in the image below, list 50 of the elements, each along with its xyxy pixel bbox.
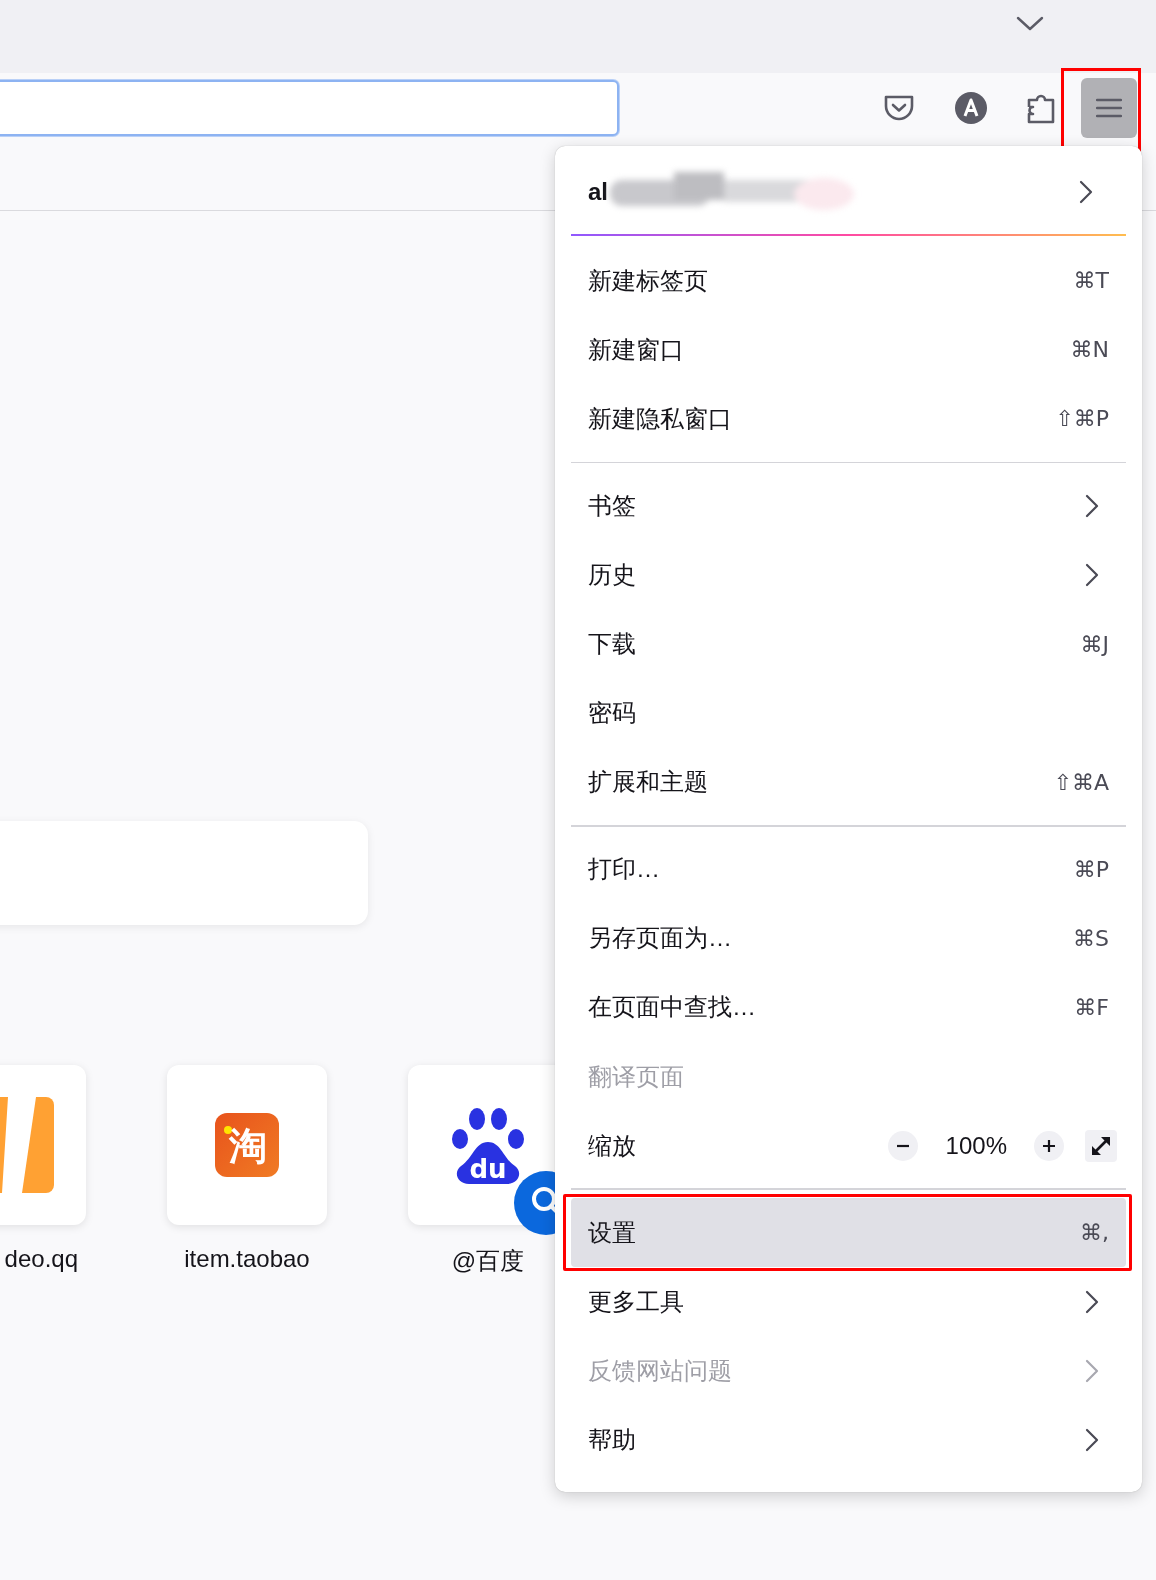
shortcut-hint: ⌘T: [1073, 268, 1109, 294]
pocket-icon[interactable]: [883, 94, 915, 122]
puzzle-piece-icon[interactable]: [1027, 92, 1055, 124]
fullscreen-button[interactable]: [1085, 1129, 1117, 1162]
menu-item[interactable]: 打印… ⌘P: [571, 834, 1126, 904]
shortcut-hint: ⇧⌘A: [1053, 769, 1109, 795]
tab-list-chevron-icon[interactable]: [1016, 15, 1044, 32]
shop-logo-icon: [215, 1113, 279, 1177]
minus-icon: [895, 1143, 910, 1148]
tile-label[interactable]: item.taobao: [167, 1245, 327, 1273]
menu-item-label: 缩放: [588, 1130, 636, 1161]
chevron-right-icon: [1085, 1289, 1099, 1314]
chevron-right-icon: [1085, 562, 1099, 587]
shortcut-hint: ⇧⌘P: [1055, 406, 1109, 432]
tile-label[interactable]: deo.qq: [0, 1245, 86, 1273]
account-name: al: [588, 178, 608, 206]
shortcut-hint: ⌘P: [1073, 856, 1109, 882]
shortcut-hint: ⌘N: [1070, 337, 1109, 363]
menu-item[interactable]: 更多工具: [571, 1267, 1126, 1337]
chevron-right-icon: [1085, 1428, 1099, 1453]
menu-item[interactable]: 书签: [571, 471, 1126, 541]
logo-text: 淘: [229, 1124, 267, 1168]
logo-text: du: [469, 1154, 507, 1184]
menu-button[interactable]: [1081, 78, 1137, 138]
account-avatar-icon[interactable]: [955, 92, 987, 124]
menu-icon: [1096, 98, 1122, 118]
zoom-in-button[interactable]: [1034, 1130, 1064, 1161]
menu-item[interactable]: 另存页面为… ⌘S: [571, 903, 1126, 973]
chevron-right-icon: [1085, 1358, 1099, 1383]
shortcut-hint: ⌘F: [1074, 995, 1109, 1020]
zoom-level: 100%: [945, 1131, 1007, 1160]
account-row[interactable]: al: [571, 154, 1126, 230]
menu-item[interactable]: 密码: [571, 678, 1126, 748]
address-field[interactable]: [0, 80, 619, 136]
menu-item[interactable]: 帮助: [571, 1405, 1126, 1475]
shortcut-hint: ⌘J: [1080, 631, 1109, 657]
paw-logo-icon: [452, 1108, 524, 1184]
zoom-out-button[interactable]: [887, 1130, 918, 1161]
menu-item[interactable]: 扩展和主题 ⇧⌘A: [571, 747, 1126, 817]
menu-item[interactable]: 新建标签页 ⌘T: [571, 246, 1126, 316]
chevron-right-icon: [1079, 180, 1093, 204]
menu-item[interactable]: 新建隐私窗口 ⇧⌘P: [571, 384, 1126, 454]
menu-item[interactable]: 新建窗口 ⌘N: [571, 315, 1126, 385]
shortcut-hint: ⌘,: [1080, 1220, 1109, 1246]
menu-item[interactable]: 在页面中查找… ⌘F: [571, 972, 1126, 1043]
chevron-right-icon: [1085, 493, 1099, 518]
plus-icon: [1042, 1138, 1056, 1153]
menu-item[interactable]: 下载 ⌘J: [571, 609, 1126, 679]
menu-item[interactable]: 历史: [571, 540, 1126, 610]
shortcut-hint: ⌘S: [1073, 925, 1109, 951]
